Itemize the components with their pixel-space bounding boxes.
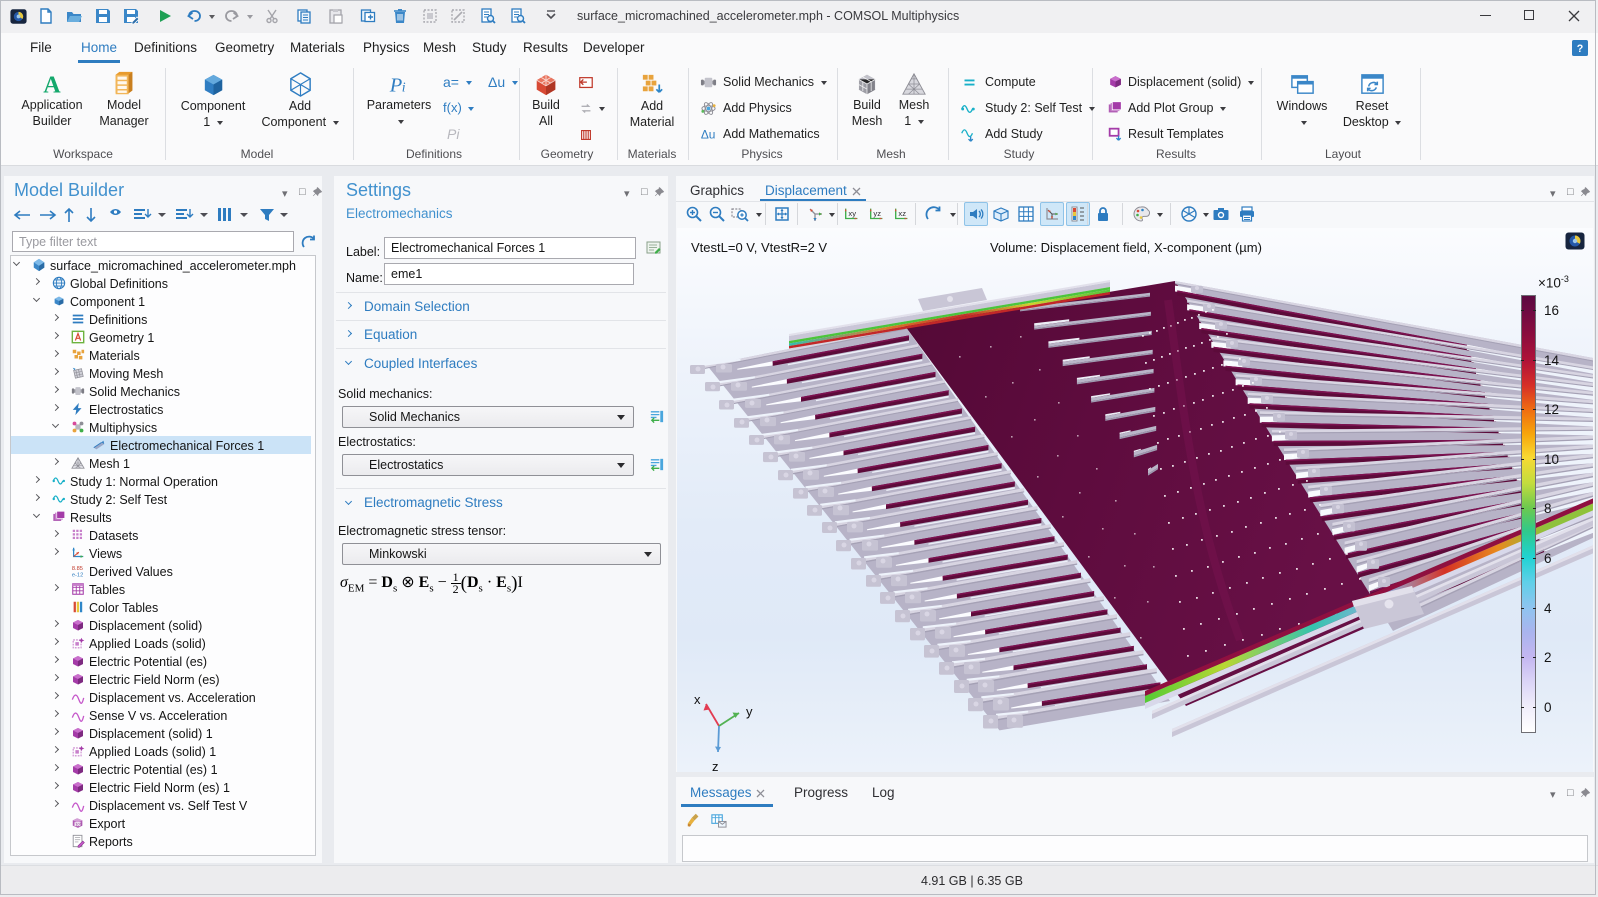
svg-text:y: y (746, 704, 753, 719)
svg-text:x: x (694, 692, 701, 707)
svg-text:z: z (712, 759, 719, 772)
